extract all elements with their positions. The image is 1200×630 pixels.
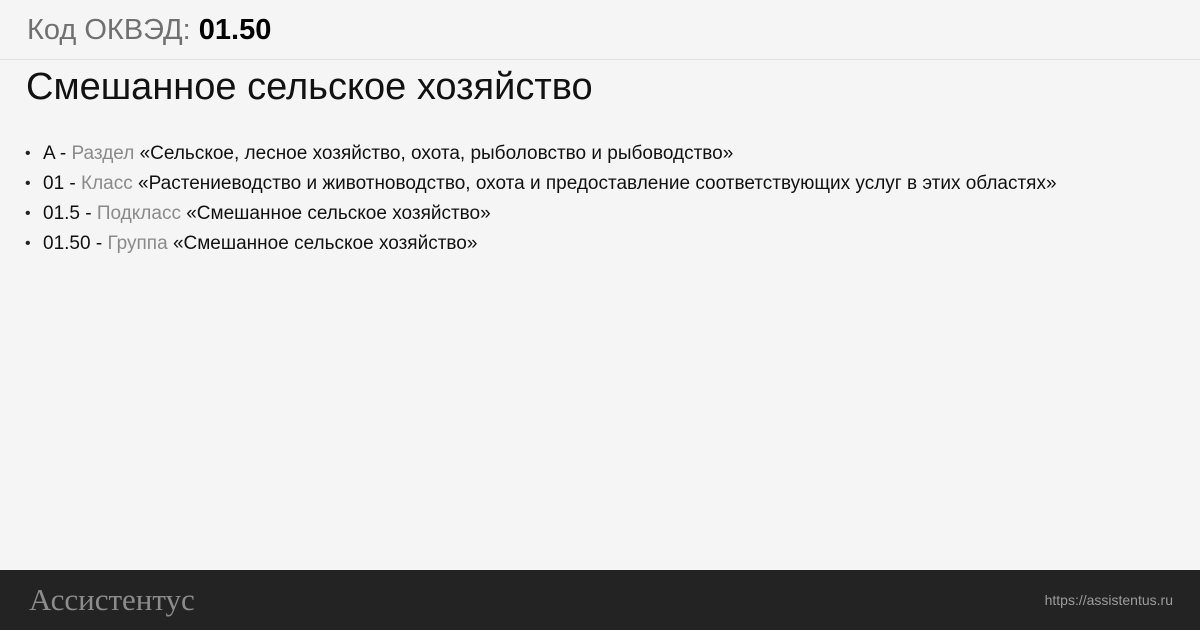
hierarchy-code: A - (43, 143, 67, 164)
page-title: Смешанное сельское хозяйство (26, 66, 593, 108)
hierarchy-level-type: Раздел (71, 143, 135, 164)
hierarchy-level-type: Группа (107, 233, 168, 254)
hierarchy-name: «Сельское, лесное хозяйство, охота, рыбо… (139, 143, 734, 164)
okved-code-label: Код ОКВЭД: (27, 14, 191, 46)
hierarchy-item-group: • 01.50 - Группа «Смешанное сельское хоз… (0, 229, 1057, 259)
hierarchy-name: «Растениеводство и животноводство, охота… (138, 173, 1057, 194)
hierarchy-level-type: Подкласс (96, 203, 181, 224)
footer-bar: Ассистентус https://assistentus.ru (0, 570, 1200, 630)
header-bar: Код ОКВЭД: 01.50 (0, 0, 1200, 60)
hierarchy-item-section: • A - Раздел «Сельское, лесное хозяйство… (0, 139, 1057, 169)
site-url-link[interactable]: https://assistentus.ru (1045, 590, 1173, 610)
okved-code-line: Код ОКВЭД: 01.50 (27, 12, 271, 48)
bullet-icon: • (25, 145, 31, 162)
hierarchy-code: 01.50 - (43, 233, 103, 254)
bullet-icon: • (25, 205, 31, 222)
hierarchy-code: 01 - (43, 173, 76, 194)
bullet-icon: • (25, 175, 31, 192)
okved-code-value: 01.50 (198, 14, 272, 46)
hierarchy-name: «Смешанное сельское хозяйство» (186, 203, 491, 224)
hierarchy-level-type: Класс (81, 173, 133, 194)
hierarchy-code: 01.5 - (43, 203, 92, 224)
hierarchy-item-class: • 01 - Класс «Растениеводство и животнов… (0, 169, 1057, 199)
brand-logo-text: Ассистентус (29, 582, 195, 617)
classification-hierarchy-list: • A - Раздел «Сельское, лесное хозяйство… (0, 139, 1057, 259)
hierarchy-name: «Смешанное сельское хозяйство» (172, 233, 478, 254)
hierarchy-item-subclass: • 01.5 - Подкласс «Смешанное сельское хо… (0, 199, 1057, 229)
bullet-icon: • (25, 235, 31, 252)
